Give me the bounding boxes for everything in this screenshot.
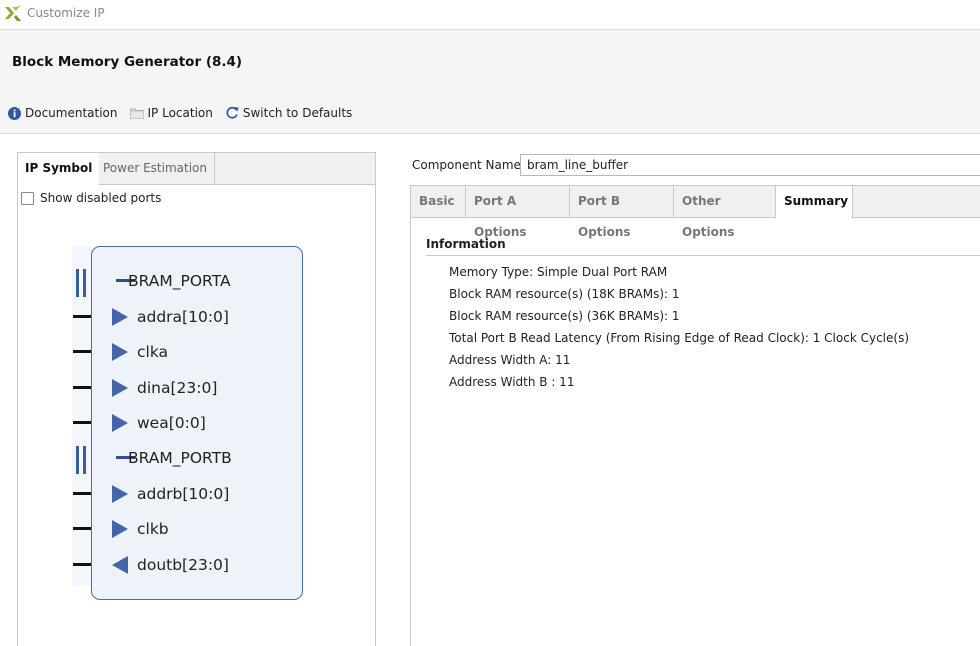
info-address-width-a: Address Width A: 11 (449, 353, 571, 367)
ip-location-label: IP Location (147, 106, 213, 120)
pin-label: addra[10:0] (137, 308, 229, 326)
pin-label: clka (137, 343, 169, 361)
output-arrow-icon (112, 556, 128, 574)
input-arrow-icon (112, 308, 128, 326)
switch-to-defaults-button[interactable]: Switch to Defaults (225, 106, 352, 120)
ip-symbol-panel: IP Symbol Power Estimation Show disabled… (17, 152, 376, 646)
tab-port-b-options[interactable]: Port B Options (570, 186, 674, 239)
main-content: IP Symbol Power Estimation Show disabled… (0, 134, 980, 646)
config-tab-bar: Basic Port A Options Port B Options Othe… (411, 186, 980, 239)
tab-other-options[interactable]: Other Options (674, 186, 776, 239)
pin-label: doutb[23:0] (137, 556, 229, 574)
info-bram-36k: Block RAM resource(s) (36K BRAMs): 1 (449, 309, 680, 323)
component-name-label: Component Name (412, 158, 521, 172)
show-disabled-ports-label: Show disabled ports (40, 191, 162, 205)
configuration-panel: Basic Port A Options Port B Options Othe… (410, 185, 980, 646)
show-disabled-ports-checkbox[interactable] (21, 191, 34, 205)
documentation-label: Documentation (25, 106, 118, 120)
input-arrow-icon (112, 343, 128, 361)
title-bar: Customize IP (0, 0, 980, 30)
ip-location-button[interactable]: IP Location (129, 106, 213, 120)
tab-ip-symbol[interactable]: IP Symbol (18, 153, 100, 185)
pin-label: wea[0:0] (137, 414, 206, 432)
pin-label: BRAM_PORTA (128, 272, 231, 290)
window-title: Customize IP (27, 6, 105, 20)
ip-header: Block Memory Generator (8.4) Documentati… (0, 30, 980, 134)
xilinx-logo-icon (5, 5, 21, 21)
pin-label: BRAM_PORTB (128, 449, 232, 467)
info-memory-type: Memory Type: Simple Dual Port RAM (449, 265, 668, 279)
ip-name-title: Block Memory Generator (8.4) (12, 54, 243, 70)
info-read-latency: Total Port B Read Latency (From Rising E… (449, 331, 910, 345)
pin-stub (73, 350, 91, 353)
input-arrow-icon (112, 414, 128, 432)
left-tab-bar: IP Symbol Power Estimation (18, 153, 375, 185)
header-toolbar: Documentation IP Location Switch to Defa… (7, 106, 364, 120)
documentation-button[interactable]: Documentation (7, 106, 118, 120)
tab-basic[interactable]: Basic (411, 186, 466, 217)
bus-interface-icon (76, 446, 88, 474)
pin-label: addrb[10:0] (137, 485, 230, 503)
input-arrow-icon (112, 520, 128, 538)
component-name-input[interactable] (520, 154, 980, 176)
pin-label: dina[23:0] (137, 379, 218, 397)
show-disabled-ports-row[interactable]: Show disabled ports (21, 191, 161, 205)
information-list: Memory Type: Simple Dual Port RAM Block … (426, 264, 980, 396)
information-heading: Information (426, 237, 980, 256)
pin-stub (73, 421, 91, 424)
input-arrow-icon (112, 485, 128, 503)
info-bram-18k: Block RAM resource(s) (18K BRAMs): 1 (449, 287, 680, 301)
summary-information: Information Memory Type: Simple Dual Por… (426, 237, 980, 396)
refresh-icon (225, 106, 239, 120)
ip-symbol-diagram: BRAM_PORTA addra[10:0] clka dina[23:0] w (72, 246, 312, 606)
bus-interface-icon (76, 269, 88, 297)
folder-icon (129, 106, 144, 120)
pin-stub (73, 563, 91, 566)
pin-stub (73, 527, 91, 530)
pin-stub (73, 492, 91, 495)
pin-stub (73, 386, 91, 389)
pin-label: clkb (137, 520, 169, 538)
tab-power-estimation[interactable]: Power Estimation (96, 153, 215, 184)
symbol-pin-stripe (72, 246, 92, 586)
pin-stub (73, 315, 91, 318)
info-icon (7, 106, 21, 120)
info-address-width-b: Address Width B : 11 (449, 375, 575, 389)
input-arrow-icon (112, 379, 128, 397)
switch-to-defaults-label: Switch to Defaults (242, 106, 353, 120)
tab-port-a-options[interactable]: Port A Options (466, 186, 570, 239)
tab-summary[interactable]: Summary (776, 186, 853, 218)
